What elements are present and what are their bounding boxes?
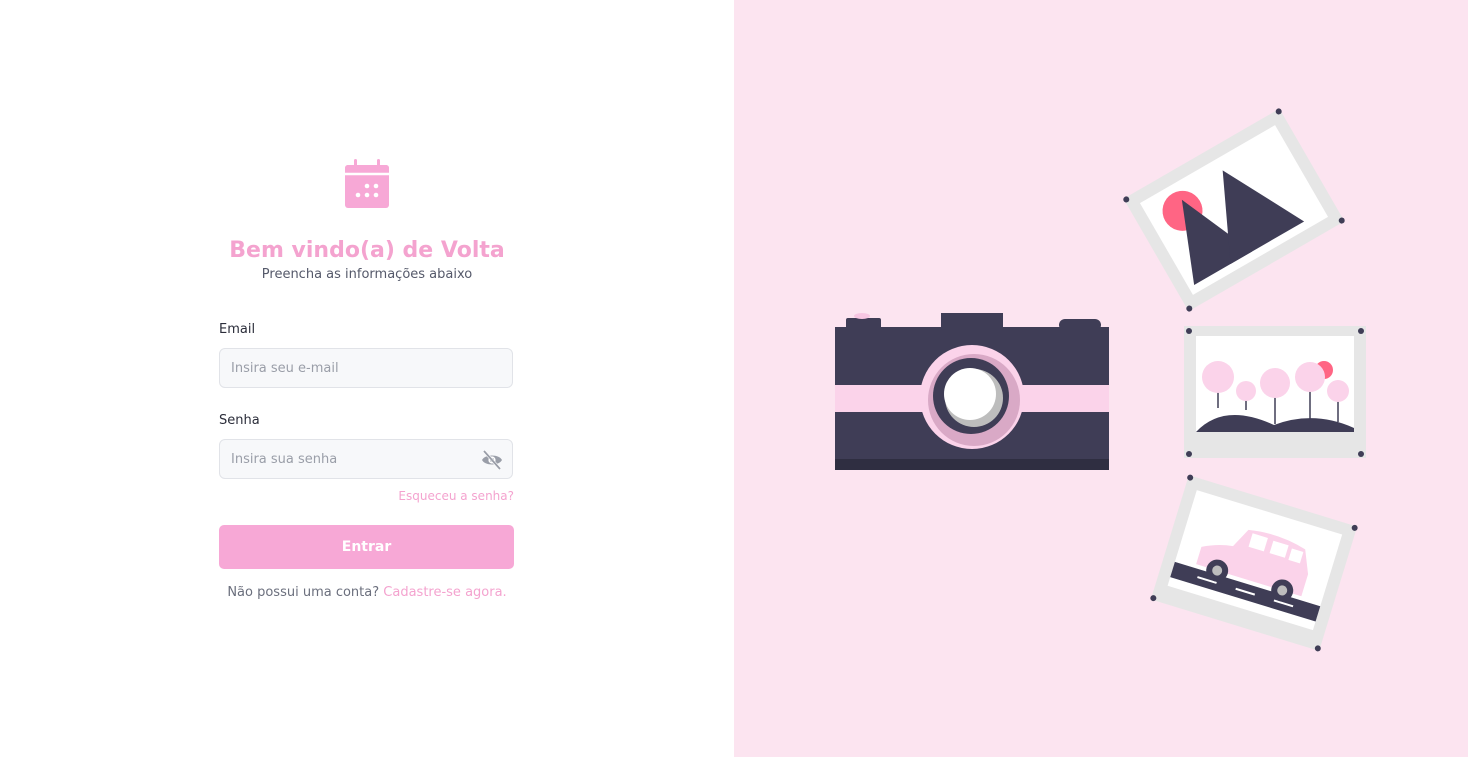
signup-prompt-text: Não possui uma conta?	[227, 585, 380, 600]
signup-link[interactable]: Cadastre-se agora.	[383, 585, 506, 600]
car-photo	[1150, 474, 1358, 652]
login-panel: Bem vindo(a) de Volta Preencha as inform…	[0, 0, 734, 757]
email-label: Email	[219, 322, 256, 337]
camera-icon	[835, 313, 1109, 470]
page-subtitle: Preencha as informações abaixo	[261, 267, 473, 282]
calendar-icon	[345, 159, 389, 208]
login-button[interactable]: Entrar	[219, 525, 514, 569]
password-field[interactable]	[219, 439, 513, 479]
camera-photos-illustration	[835, 108, 1366, 652]
trees-photo	[1184, 326, 1366, 458]
signup-prompt: Não possui uma conta? Cadastre-se agora.	[0, 585, 734, 600]
forgot-password-link[interactable]: Esqueceu a senha?	[398, 489, 514, 503]
mountains-photo	[1123, 108, 1345, 312]
password-label: Senha	[219, 413, 260, 428]
illustration-panel	[734, 0, 1468, 757]
eye-off-icon[interactable]	[480, 449, 504, 471]
email-field[interactable]	[219, 348, 513, 388]
page-title: Bem vindo(a) de Volta	[229, 238, 505, 263]
